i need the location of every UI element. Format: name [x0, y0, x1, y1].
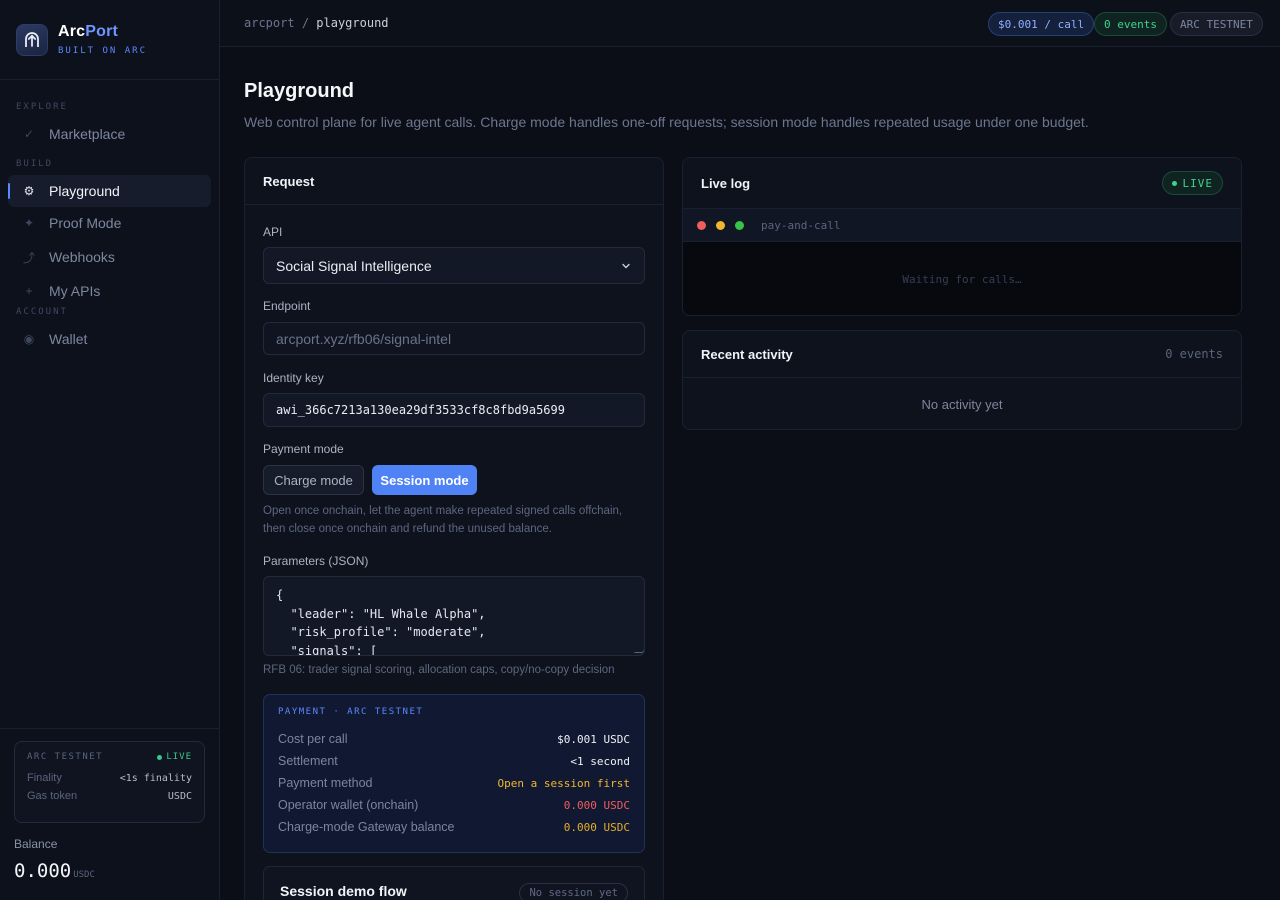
live-log-title: Live log [701, 175, 751, 191]
chevron-down-icon [622, 263, 630, 268]
recent-activity-panel: Recent activity 0 events No activity yet [682, 330, 1242, 430]
sidebar-item-label: Wallet [49, 331, 88, 347]
payment-row-settlement: Settlement <1 second [278, 754, 630, 768]
sidebar-footer: ARC TESTNET LIVE Finality <1s finality G… [0, 728, 219, 900]
finality-value: <1s finality [119, 772, 192, 784]
sidebar-nav: EXPLORE ✓ Marketplace BUILD ⚙ Playground… [0, 102, 219, 355]
nav-section-build: BUILD [16, 159, 54, 169]
terminal-name: pay-and-call [761, 218, 841, 232]
sparkle-icon: ✦ [23, 216, 35, 230]
breadcrumb: arcport / playground [244, 16, 389, 30]
activity-count: 0 events [1165, 347, 1223, 361]
sidebar-item-label: Playground [49, 183, 120, 199]
close-dot-icon [697, 220, 706, 230]
sidebar-item-playground[interactable]: ⚙ Playground [8, 175, 211, 207]
sidebar-item-label: My APIs [49, 283, 101, 299]
sidebar-item-label: Proof Mode [49, 215, 122, 231]
identity-key-label: Identity key [263, 371, 324, 385]
gas-token-label: Gas token [27, 790, 78, 802]
identity-key-field[interactable]: awi_366c7213a130ea29df3533cf8c8fbd9a5699 [263, 393, 645, 427]
terminal-output: Waiting for calls… [683, 242, 1241, 315]
wallet-dot-icon: ◉ [23, 332, 35, 346]
parameters-json-input[interactable]: { "leader": "HL Whale Alpha", "risk_prof… [263, 576, 645, 656]
nav-section-explore: EXPLORE [16, 102, 68, 112]
network-pill: ARC TESTNET [1170, 12, 1263, 36]
network-live-badge: LIVE [157, 752, 192, 762]
breadcrumb-root[interactable]: arcport [244, 16, 295, 30]
payment-row-cost: Cost per call $0.001 USDC [278, 732, 630, 746]
balance-unit: USDC [73, 870, 95, 880]
balance-value: 0.000 USDC [14, 860, 95, 882]
activity-empty-state: No activity yet [921, 396, 1003, 412]
sidebar-item-marketplace[interactable]: ✓ Marketplace [8, 118, 211, 150]
page-subtitle: Web control plane for live agent calls. … [244, 114, 1089, 130]
api-select-value: Social Signal Intelligence [276, 257, 432, 274]
sidebar-item-label: Marketplace [49, 126, 126, 142]
live-log-panel: Live log LIVE pay-and-call Waiting for c… [682, 157, 1242, 316]
charge-mode-button[interactable]: Charge mode [263, 465, 364, 495]
payment-summary-title: PAYMENT · ARC TESTNET [278, 707, 424, 717]
request-panel: Request API Social Signal Intelligence E… [244, 157, 664, 900]
endpoint-field[interactable]: arcport.xyz/rfb06/signal-intel [263, 322, 645, 355]
network-card: ARC TESTNET LIVE Finality <1s finality G… [14, 741, 205, 823]
brand[interactable]: ArcPort BUILT ON ARC [0, 0, 219, 80]
endpoint-label: Endpoint [263, 299, 311, 313]
webhook-icon: ⤴ [22, 250, 35, 265]
payment-row-gateway-balance: Charge-mode Gateway balance 0.000 USDC [278, 820, 630, 834]
recent-activity-title: Recent activity [701, 346, 793, 362]
live-dot-icon [157, 754, 163, 760]
sidebar-item-proof-mode[interactable]: ✦ Proof Mode [8, 207, 211, 239]
gear-icon: ⚙ [23, 184, 35, 198]
brand-name: ArcPort [58, 23, 119, 40]
api-select[interactable]: Social Signal Intelligence [263, 247, 645, 284]
sidebar-item-my-apis[interactable]: + My APIs [8, 275, 211, 307]
topbar: arcport / playground $0.001 / call 0 eve… [220, 0, 1280, 47]
session-demo-card: Session demo flow No session yet [263, 866, 645, 900]
live-dot-icon [1171, 180, 1177, 186]
brand-tagline: BUILT ON ARC [58, 46, 148, 56]
sidebar: ArcPort BUILT ON ARC EXPLORE ✓ Marketpla… [0, 0, 220, 900]
terminal-titlebar: pay-and-call [683, 209, 1241, 242]
parameters-label: Parameters (JSON) [263, 554, 369, 568]
payment-row-operator-wallet: Operator wallet (onchain) 0.000 USDC [278, 798, 630, 812]
request-title: Request [245, 158, 663, 205]
nav-section-account: ACCOUNT [16, 307, 68, 317]
plus-icon: + [25, 284, 33, 298]
payment-mode-label: Payment mode [263, 442, 344, 456]
breadcrumb-current: playground [316, 16, 389, 30]
maximize-dot-icon [735, 220, 744, 230]
finality-label: Finality [27, 772, 62, 784]
payment-summary: PAYMENT · ARC TESTNET Cost per call $0.0… [263, 694, 645, 853]
arc-logo-icon [16, 23, 48, 56]
resize-handle-icon[interactable] [634, 645, 644, 653]
live-status-badge: LIVE [1161, 171, 1223, 195]
gas-token-value: USDC [167, 790, 192, 802]
sidebar-item-wallet[interactable]: ◉ Wallet [8, 323, 211, 355]
parameters-help: RFB 06: trader signal scoring, allocatio… [263, 664, 615, 676]
payment-mode-help: Open once onchain, let the agent make re… [263, 505, 623, 535]
sidebar-item-label: Webhooks [49, 249, 115, 265]
check-icon: ✓ [23, 127, 35, 141]
sidebar-item-webhooks[interactable]: ⤴ Webhooks [8, 241, 211, 273]
events-pill: 0 events [1094, 12, 1167, 36]
balance-label: Balance [14, 837, 58, 851]
page-title: Playground [244, 80, 355, 102]
network-name: ARC TESTNET [27, 752, 104, 762]
session-status-badge: No session yet [519, 883, 628, 900]
price-pill: $0.001 / call [988, 12, 1095, 36]
session-mode-button[interactable]: Session mode [372, 465, 477, 495]
minimize-dot-icon [716, 220, 725, 230]
payment-row-method: Payment method Open a session first [278, 776, 630, 790]
api-label: API [263, 225, 283, 239]
